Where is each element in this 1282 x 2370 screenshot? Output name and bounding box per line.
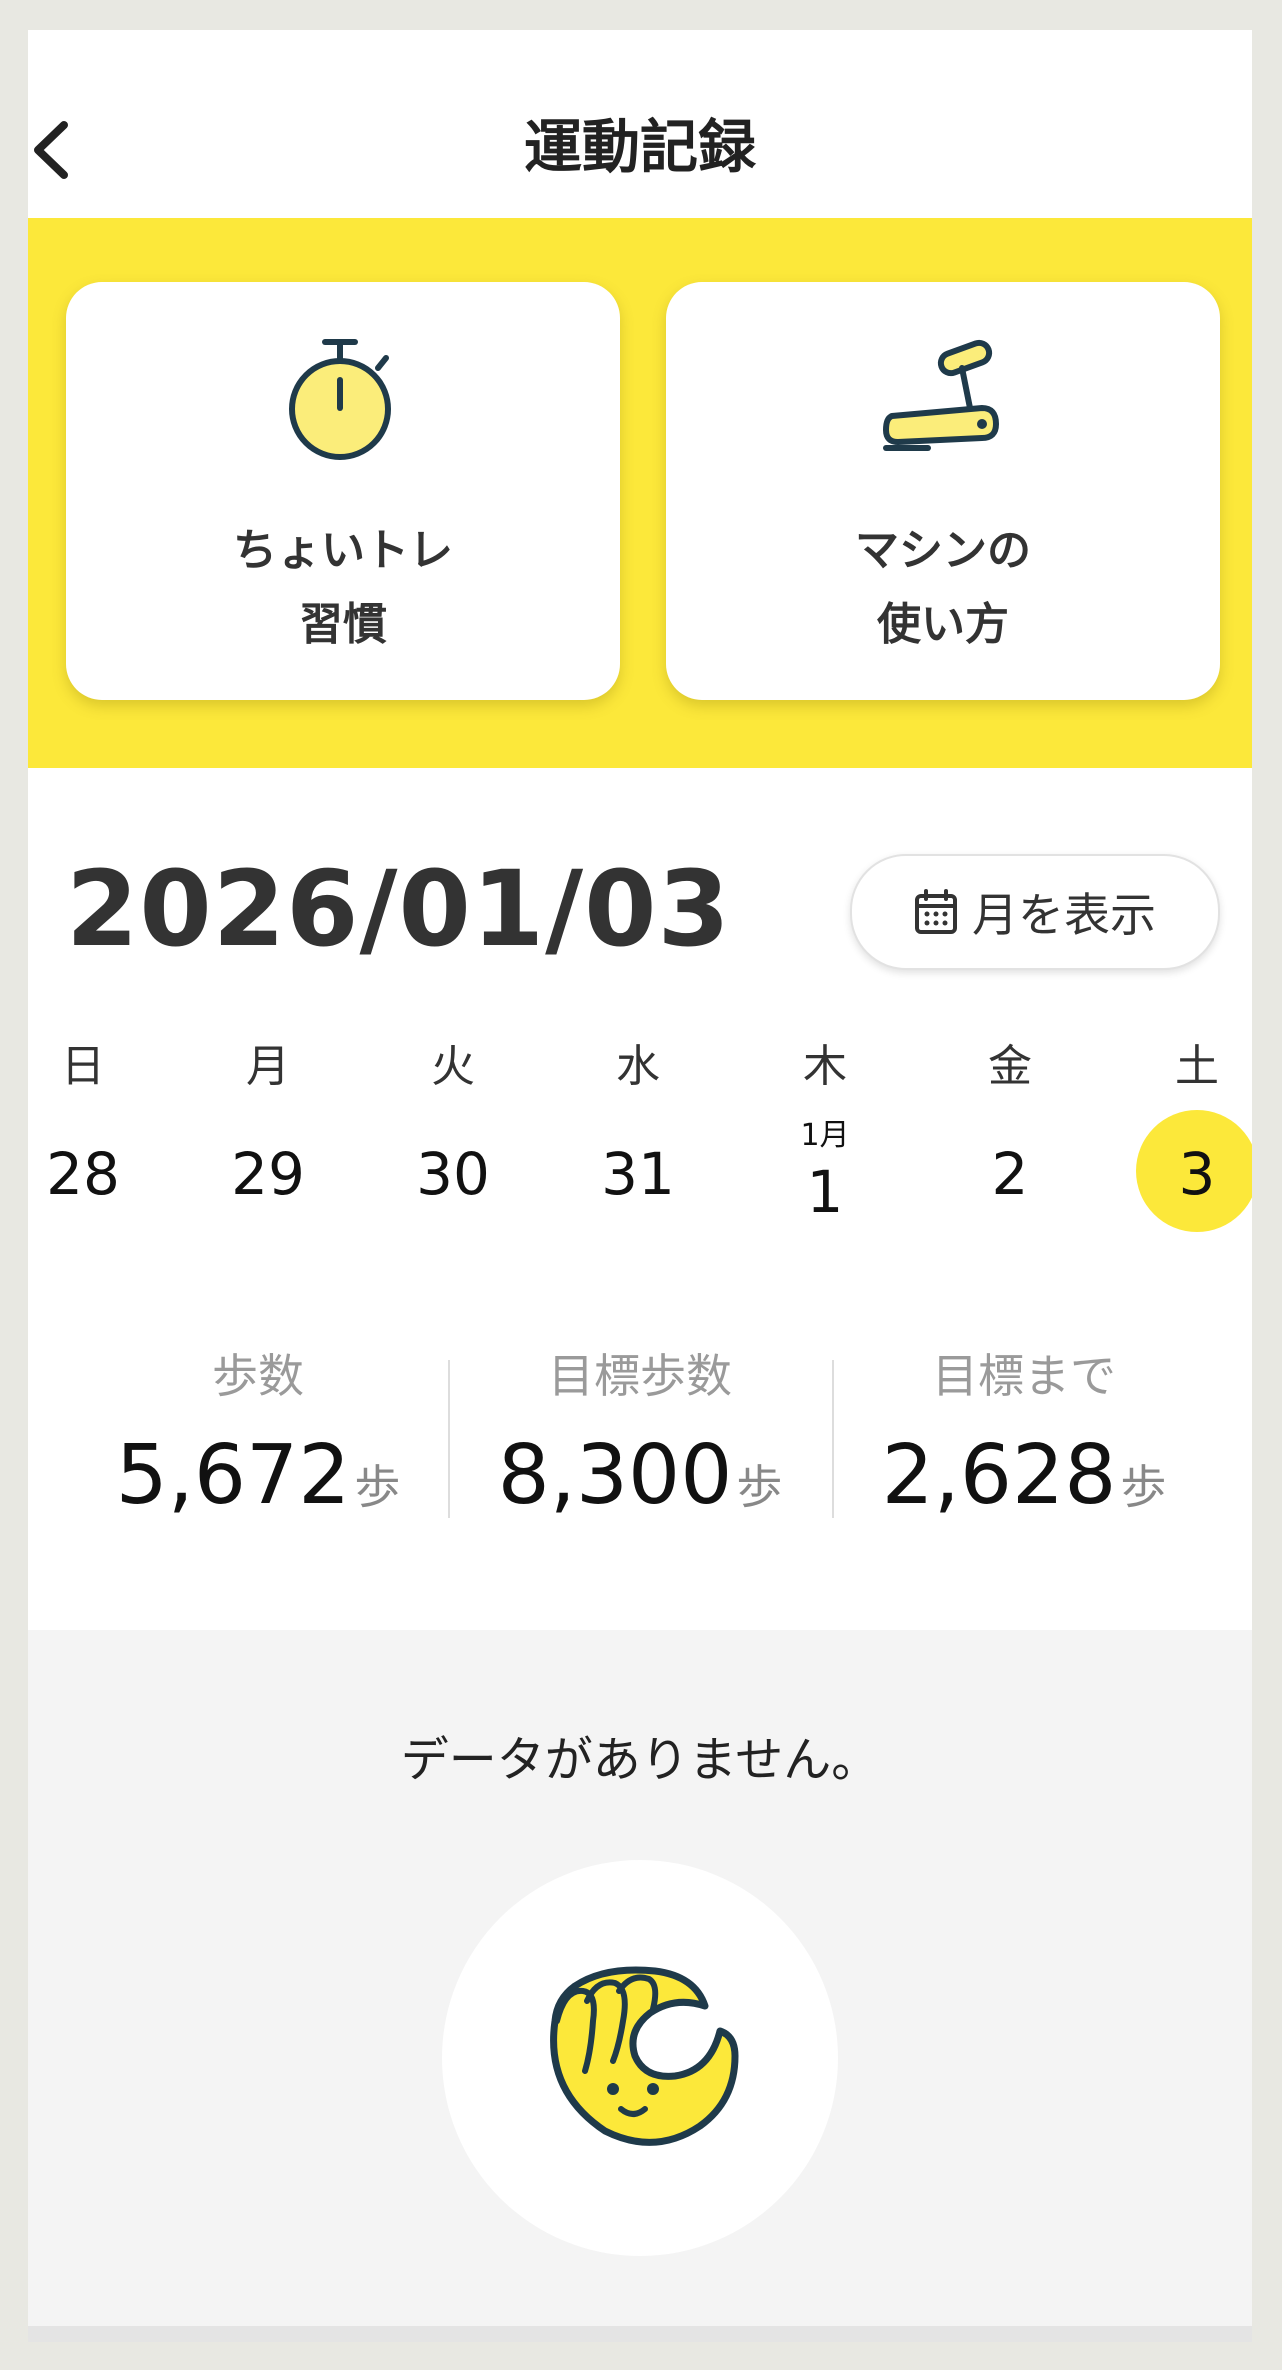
day-number: 2 [991, 1140, 1029, 1208]
stat-value-row: 5,672歩 [68, 1428, 448, 1523]
bottom-edge [28, 2326, 1252, 2342]
app-screen: 運動記録 ちょいトレ 習慣 マシンの 使い方 2026/01/03 月を表示 日… [28, 30, 1252, 2342]
stat-unit: 歩 [354, 1460, 401, 1514]
stat-unit: 歩 [1120, 1460, 1167, 1514]
stat-remaining: 目標まで 2,628歩 [834, 1340, 1214, 1523]
page-title: 運動記録 [523, 113, 756, 181]
stat-label: 目標歩数 [548, 1349, 732, 1403]
stat-value: 8,300 [497, 1428, 733, 1523]
shortcut-band: ちょいトレ 習慣 マシンの 使い方 [28, 218, 1252, 768]
choitore-label: ちょいトレ 習慣 [66, 514, 620, 662]
day-of-week: 土 [1175, 1041, 1219, 1092]
stat-steps: 歩数 5,672歩 [68, 1340, 448, 1523]
day-of-week: 木 [803, 1041, 847, 1092]
stat-value: 2,628 [881, 1428, 1117, 1523]
day-of-week: 水 [616, 1041, 660, 1092]
day-of-week: 日 [61, 1041, 105, 1092]
calendar-icon [915, 889, 957, 934]
show-month-label: 月を表示 [972, 888, 1156, 942]
day-number: 31 [601, 1140, 675, 1208]
stopwatch-icon [283, 334, 403, 468]
day-number: 29 [231, 1140, 305, 1208]
no-data-message: データがありません。 [400, 1732, 880, 1788]
choitore-line2: 習慣 [299, 599, 387, 650]
day-of-week: 火 [431, 1041, 475, 1092]
machine-line2: 使い方 [877, 599, 1009, 650]
mascot-icon [535, 1961, 745, 2155]
stat-unit: 歩 [736, 1460, 783, 1514]
day-number: 30 [416, 1140, 490, 1208]
day-number: 1 [806, 1158, 844, 1226]
day-number: 28 [46, 1140, 120, 1208]
empty-state: データがありません。 [28, 1630, 1252, 2342]
stat-value-row: 2,628歩 [834, 1428, 1214, 1523]
month-label: 1月 [800, 1118, 850, 1153]
day-of-week: 月 [246, 1041, 290, 1092]
choitore-card[interactable]: ちょいトレ 習慣 [66, 282, 620, 700]
day-number: 3 [1178, 1140, 1216, 1208]
day-of-week: 金 [988, 1041, 1032, 1092]
week-strip: 日 28 月 29 火 30 水 31 木 1月 1 金 2 土 3 [28, 1030, 1252, 1270]
step-stats: 歩数 5,672歩 目標歩数 8,300歩 目標まで 2,628歩 [28, 1340, 1252, 1530]
stat-value: 5,672 [115, 1428, 351, 1523]
choitore-line1: ちょいトレ [233, 525, 453, 576]
stat-label: 歩数 [212, 1349, 304, 1403]
stat-goal-steps: 目標歩数 8,300歩 [450, 1340, 830, 1523]
date-heading: 2026/01/03 [66, 848, 731, 970]
treadmill-icon [878, 334, 1008, 468]
stat-label: 目標まで [932, 1349, 1116, 1403]
stat-value-row: 8,300歩 [450, 1428, 830, 1523]
machine-card[interactable]: マシンの 使い方 [666, 282, 1220, 700]
machine-label: マシンの 使い方 [666, 514, 1220, 662]
machine-line1: マシンの [855, 525, 1031, 576]
show-month-button[interactable]: 月を表示 [850, 854, 1220, 970]
mascot-circle [442, 1860, 838, 2256]
header: 運動記録 [28, 30, 1252, 218]
